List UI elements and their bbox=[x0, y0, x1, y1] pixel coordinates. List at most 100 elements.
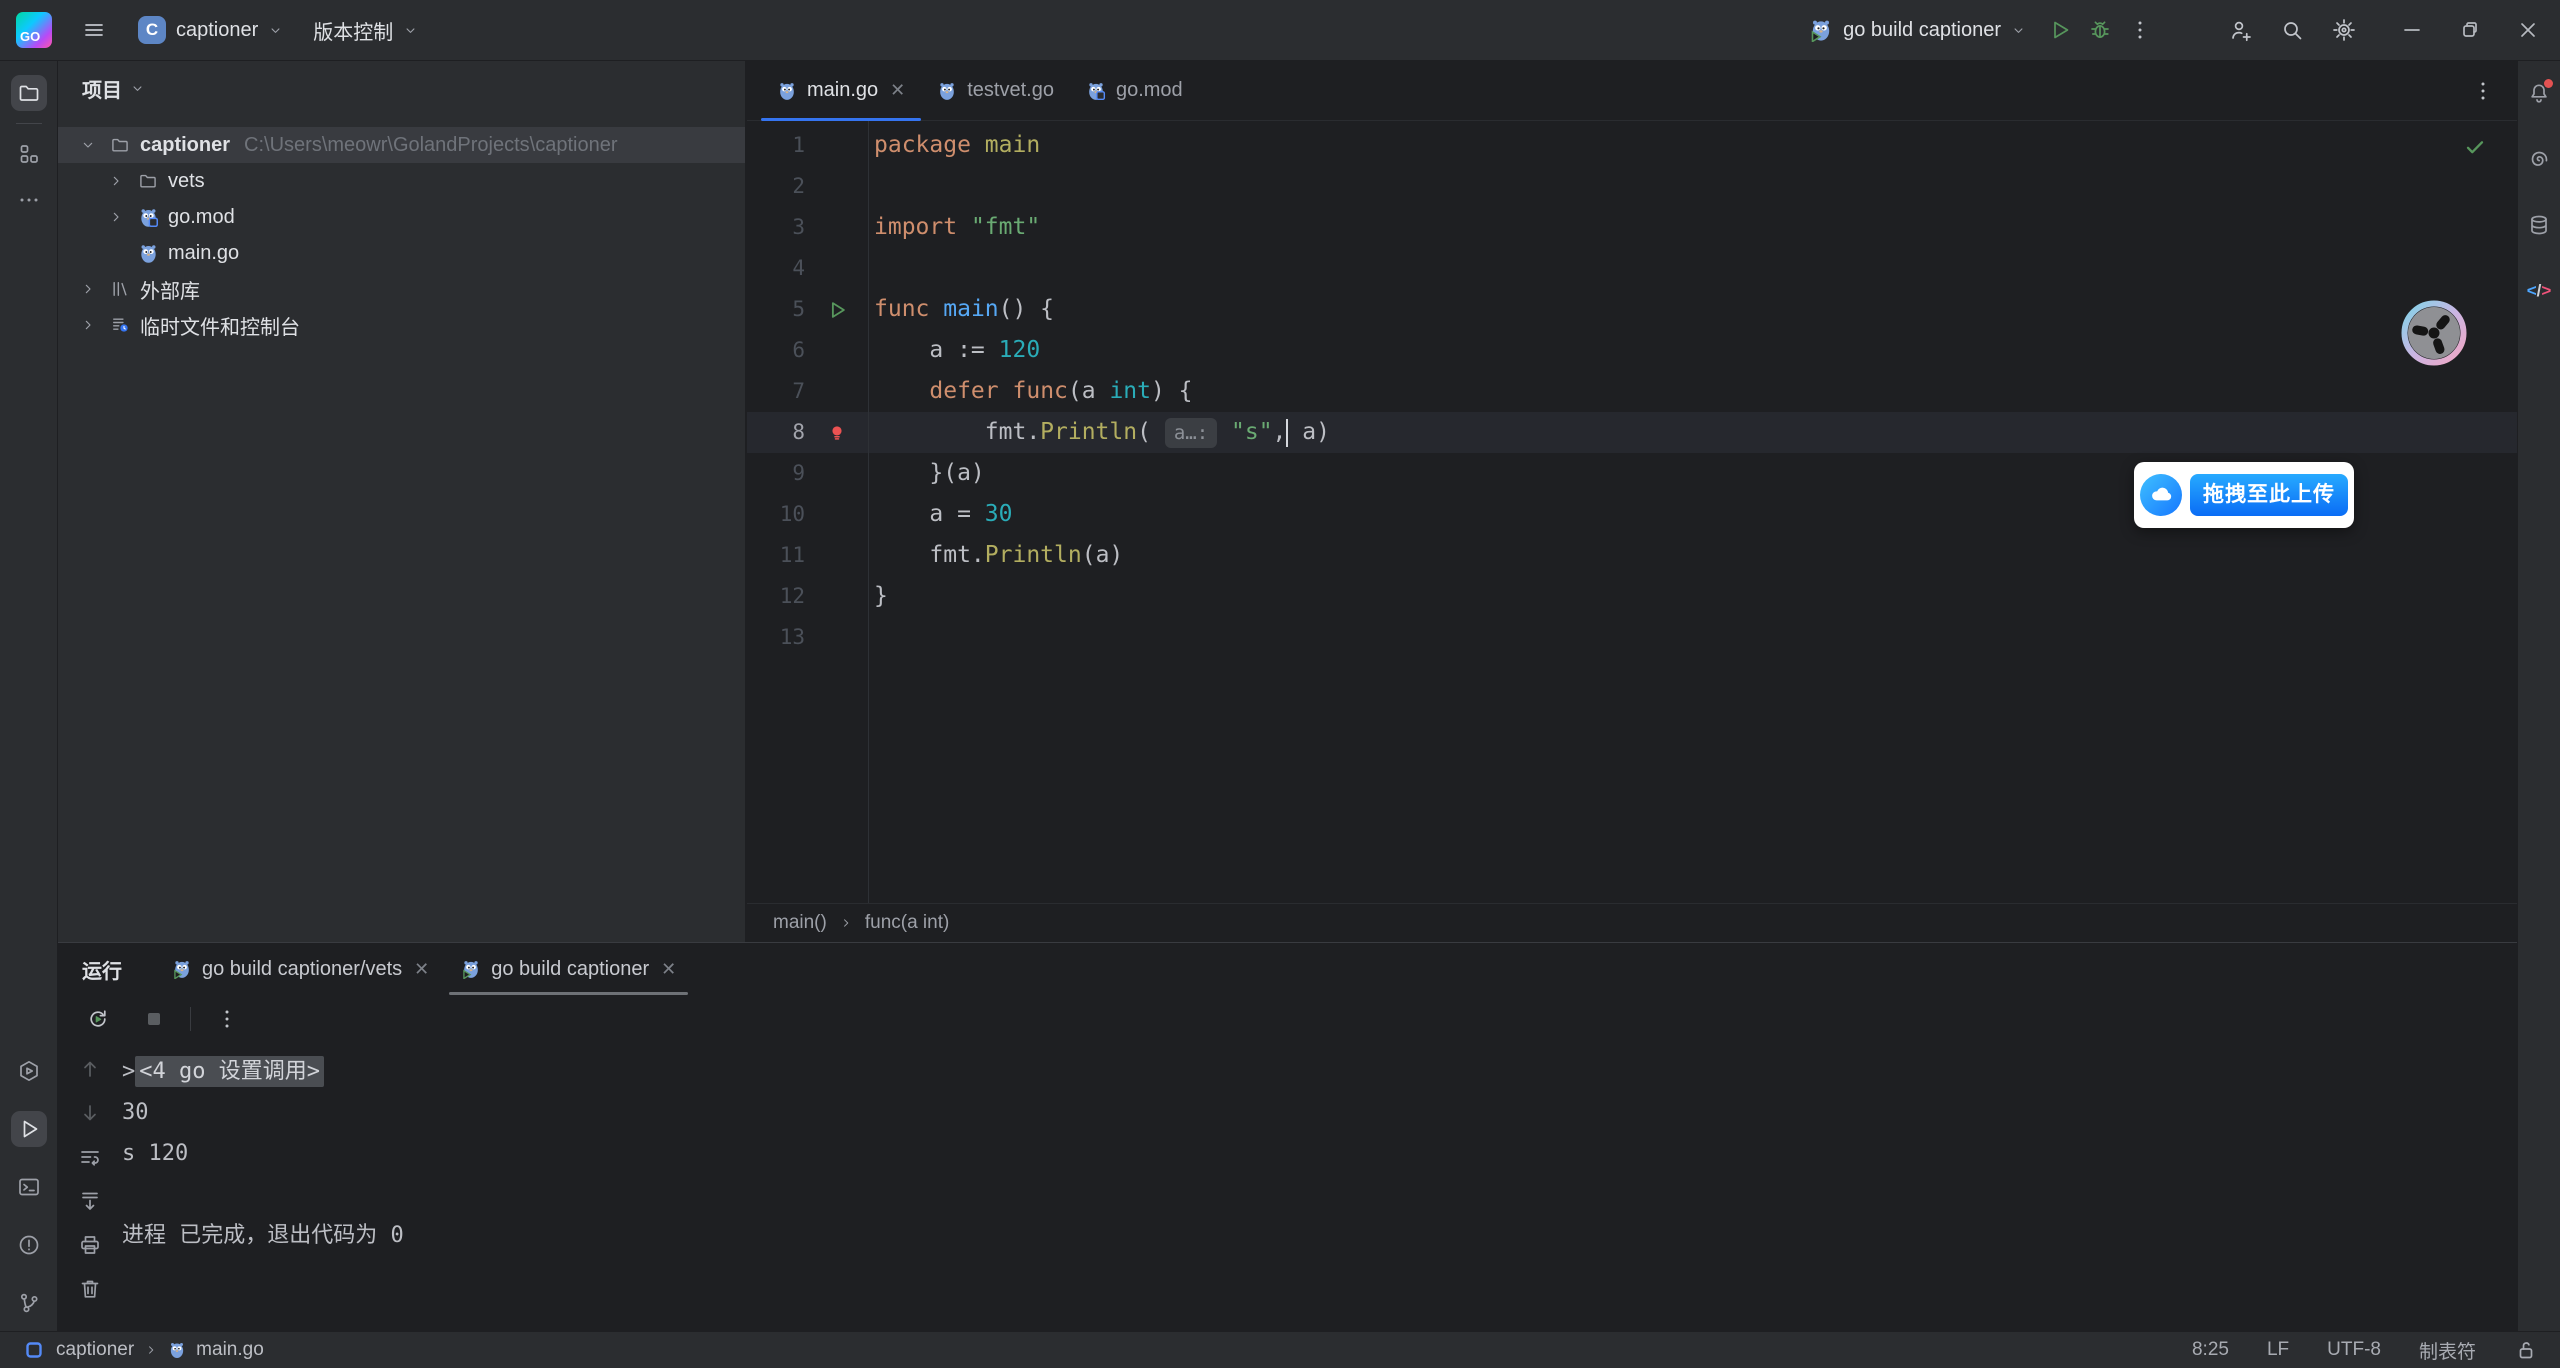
chevron-right-icon[interactable] bbox=[76, 281, 100, 297]
code-line-6[interactable]: 6 a := 120 bbox=[747, 330, 2517, 371]
code-line-13[interactable]: 13 bbox=[747, 617, 2517, 658]
code-line-8[interactable]: 8 fmt.Println( a…: "s", a) bbox=[747, 412, 2517, 453]
token: }(a) bbox=[874, 460, 985, 486]
project-tool-button[interactable] bbox=[11, 75, 47, 111]
code-line-12[interactable]: 12} bbox=[747, 576, 2517, 617]
lock-icon[interactable] bbox=[2514, 1338, 2538, 1362]
editor-tab-main.go[interactable]: main.go✕ bbox=[761, 61, 921, 120]
code-tags-button[interactable]: </> bbox=[2521, 273, 2557, 309]
more-actions-button[interactable] bbox=[2120, 10, 2160, 50]
editor-tab-testvet.go[interactable]: testvet.go bbox=[921, 61, 1070, 120]
toolbar-divider bbox=[190, 1007, 191, 1031]
encoding-indicator[interactable]: UTF-8 bbox=[2327, 1339, 2381, 1361]
more-tool-windows-button[interactable] bbox=[11, 182, 47, 218]
run-gutter-icon[interactable] bbox=[805, 299, 868, 321]
database-button[interactable] bbox=[2521, 207, 2557, 243]
services-tool-button[interactable] bbox=[11, 1053, 47, 1089]
breadcrumb-item[interactable]: main() bbox=[773, 912, 827, 934]
code-line-2[interactable]: 2 bbox=[747, 166, 2517, 207]
next-occurrence-button[interactable] bbox=[78, 1101, 102, 1125]
chevron-down-icon bbox=[403, 23, 418, 38]
prev-occurrence-button[interactable] bbox=[78, 1057, 102, 1081]
tree-item[interactable]: go.mod bbox=[58, 199, 745, 235]
run-panel-title: 运行 bbox=[82, 955, 122, 984]
line-ending-indicator[interactable]: LF bbox=[2267, 1339, 2289, 1361]
drag-upload-button[interactable]: 拖拽至此上传 bbox=[2190, 474, 2348, 516]
token: a) bbox=[1288, 419, 1330, 445]
tree-item[interactable]: 外部库 bbox=[58, 271, 745, 307]
line-number: 2 bbox=[747, 166, 805, 207]
chevron-right-icon[interactable] bbox=[104, 209, 128, 225]
chevron-right-icon[interactable] bbox=[76, 317, 100, 333]
restore-button[interactable] bbox=[2448, 8, 2492, 52]
clear-console-button[interactable] bbox=[78, 1277, 102, 1301]
code-line-5[interactable]: 5func main() { bbox=[747, 289, 2517, 330]
settings-button[interactable] bbox=[2324, 10, 2364, 50]
assistant-overlay-button[interactable] bbox=[2401, 300, 2467, 366]
minimize-button[interactable] bbox=[2390, 8, 2434, 52]
line-number: 1 bbox=[747, 125, 805, 166]
scroll-to-end-button[interactable] bbox=[78, 1189, 102, 1213]
code-line-4[interactable]: 4 bbox=[747, 248, 2517, 289]
caret-position[interactable]: 8:25 bbox=[2192, 1339, 2229, 1361]
search-everywhere-button[interactable] bbox=[2272, 10, 2312, 50]
status-file[interactable]: main.go bbox=[196, 1339, 264, 1361]
tree-item[interactable]: vets bbox=[58, 163, 745, 199]
ai-assistant-button[interactable] bbox=[2521, 141, 2557, 177]
chevron-down-icon[interactable] bbox=[76, 137, 100, 153]
breadcrumb-item[interactable]: func(a int) bbox=[865, 912, 949, 934]
run-button[interactable] bbox=[2040, 10, 2080, 50]
main-menu-button[interactable] bbox=[74, 10, 114, 50]
gopher-icon bbox=[937, 81, 957, 101]
run-tool-button[interactable] bbox=[11, 1111, 47, 1147]
folded-command[interactable]: <4 go 设置调用> bbox=[135, 1056, 324, 1087]
indent-indicator[interactable]: 制表符 bbox=[2419, 1337, 2476, 1364]
rerun-button[interactable] bbox=[78, 999, 118, 1039]
code-line-7[interactable]: 7 defer func(a int) { bbox=[747, 371, 2517, 412]
tree-item[interactable]: main.go bbox=[58, 235, 745, 271]
structure-tool-button[interactable] bbox=[11, 136, 47, 172]
tree-item[interactable]: 临时文件和控制台 bbox=[58, 307, 745, 343]
drag-upload-widget[interactable]: 拖拽至此上传 bbox=[2134, 462, 2354, 528]
print-button[interactable] bbox=[78, 1233, 102, 1257]
code-line-3[interactable]: 3import "fmt" bbox=[747, 207, 2517, 248]
soft-wrap-button[interactable] bbox=[78, 1145, 102, 1169]
stop-button[interactable] bbox=[134, 999, 174, 1039]
close-tab-icon[interactable]: ✕ bbox=[661, 959, 676, 980]
close-tab-icon[interactable]: ✕ bbox=[890, 80, 905, 101]
chevron-down-icon bbox=[130, 81, 145, 96]
chevron-right-icon[interactable] bbox=[104, 173, 128, 189]
console-output[interactable]: ><4 go 设置调用>30s 120 进程 已完成，退出代码为 0 bbox=[122, 1043, 2517, 1331]
project-panel-header[interactable]: 项目 bbox=[58, 61, 745, 115]
error-bulb-icon[interactable] bbox=[805, 423, 868, 443]
stripe-divider bbox=[16, 123, 42, 124]
inspections-ok-icon[interactable] bbox=[2463, 135, 2487, 159]
terminal-tool-button[interactable] bbox=[11, 1169, 47, 1205]
run-configuration-selector[interactable]: go build captioner bbox=[1809, 18, 2026, 42]
status-project[interactable]: captioner bbox=[56, 1339, 134, 1361]
console-more-button[interactable] bbox=[207, 999, 247, 1039]
close-tab-icon[interactable]: ✕ bbox=[414, 959, 429, 980]
problems-tool-button[interactable] bbox=[11, 1227, 47, 1263]
tree-item-label: captioner bbox=[140, 134, 230, 157]
vcs-widget[interactable]: 版本控制 bbox=[313, 16, 418, 45]
goland-logo-icon: GO bbox=[16, 12, 52, 48]
fold-expander[interactable]: > bbox=[122, 1059, 135, 1084]
code-lines: 1package main23import "fmt"45func main()… bbox=[747, 125, 2517, 658]
close-button[interactable] bbox=[2506, 8, 2550, 52]
notifications-button[interactable] bbox=[2521, 75, 2557, 111]
code-with-me-button[interactable] bbox=[2220, 10, 2260, 50]
run-tab[interactable]: go build captioner/vets✕ bbox=[156, 943, 445, 995]
vcs-widget-label: 版本控制 bbox=[313, 16, 393, 45]
tab-options-button[interactable] bbox=[2463, 71, 2503, 111]
run-tab[interactable]: go build captioner✕ bbox=[445, 943, 692, 995]
project-widget[interactable]: C captioner bbox=[138, 16, 283, 44]
editor-tab-go.mod[interactable]: go.mod bbox=[1070, 61, 1199, 120]
run-tool-window: 运行 go build captioner/vets✕go build capt… bbox=[58, 942, 2517, 1331]
run-config-label: go build captioner bbox=[1843, 19, 2001, 42]
tree-item[interactable]: captionerC:\Users\meowr\GolandProjects\c… bbox=[58, 127, 745, 163]
code-line-11[interactable]: 11 fmt.Println(a) bbox=[747, 535, 2517, 576]
debug-button[interactable] bbox=[2080, 10, 2120, 50]
git-tool-button[interactable] bbox=[11, 1285, 47, 1321]
code-line-1[interactable]: 1package main bbox=[747, 125, 2517, 166]
